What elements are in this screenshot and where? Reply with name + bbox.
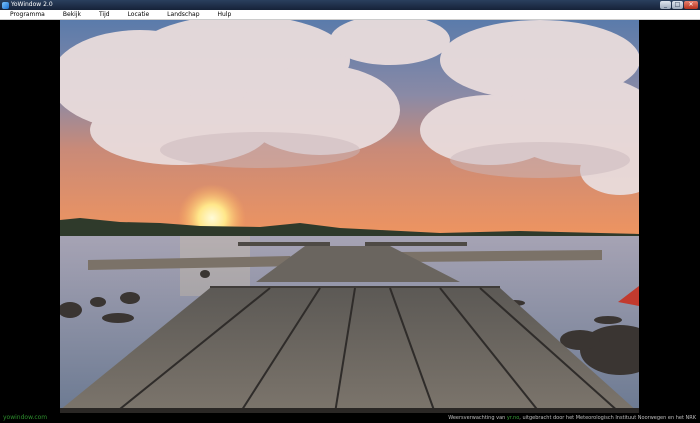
menu-bekijk[interactable]: Bekijk: [53, 10, 89, 20]
weather-scene[interactable]: [60, 20, 639, 413]
maximize-button[interactable]: □: [672, 1, 683, 9]
menu-locatie[interactable]: Locatie: [118, 10, 158, 20]
menu-landschap[interactable]: Landschap: [157, 10, 207, 20]
menu-tijd[interactable]: Tijd: [89, 10, 118, 20]
forecast-credit: Weersverwachting van yr.no, uitgebracht …: [448, 415, 696, 421]
app-icon: [2, 1, 9, 9]
window-title: YoWindow 2.0: [11, 1, 53, 8]
website-link[interactable]: yowindow.com: [3, 414, 47, 422]
status-bar: yowindow.com Weersverwachting van yr.no,…: [0, 413, 700, 423]
menu-hulp[interactable]: Hulp: [208, 10, 240, 20]
menu-programma[interactable]: Programma: [0, 10, 53, 20]
close-button[interactable]: ✕: [684, 1, 698, 9]
title-bar: YoWindow 2.0 _ □ ✕: [0, 0, 700, 10]
window-controls: _ □ ✕: [660, 1, 698, 9]
minimize-button[interactable]: _: [660, 1, 671, 9]
yr-link[interactable]: yr.no: [507, 415, 519, 421]
menu-bar: Programma Bekijk Tijd Locatie Landschap …: [0, 10, 700, 20]
scene-illustration: [60, 20, 639, 413]
